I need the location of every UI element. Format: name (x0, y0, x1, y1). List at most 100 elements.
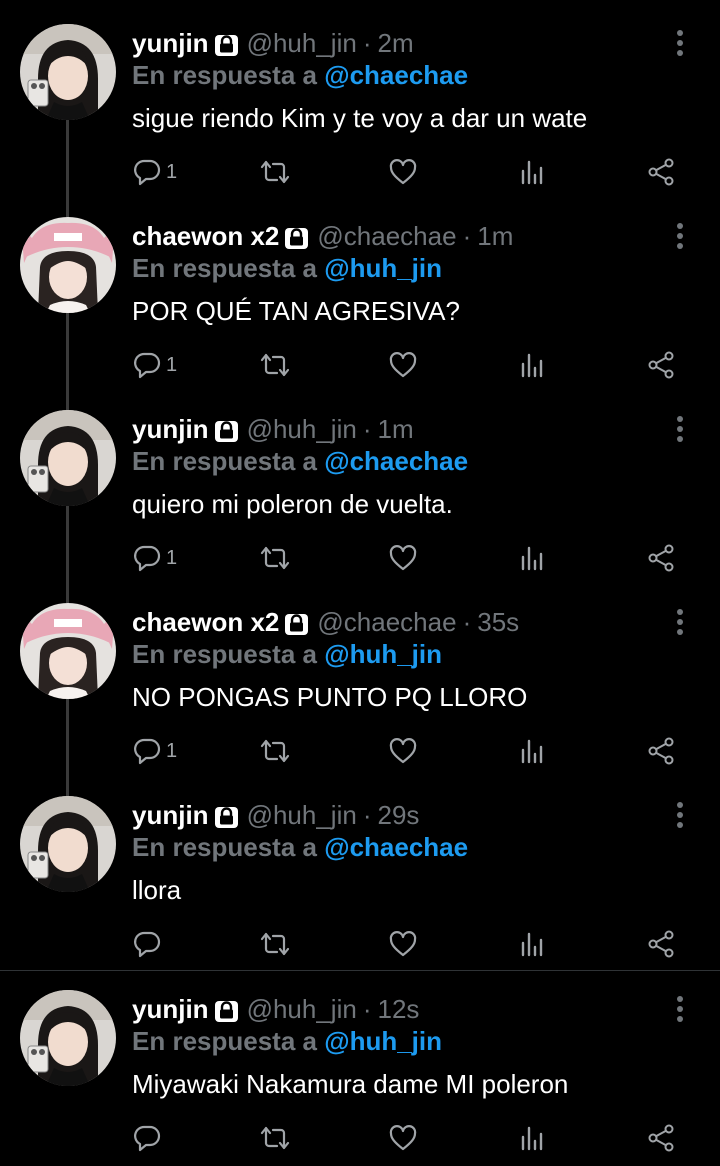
tweet-text: POR QUÉ TAN AGRESIVA? (132, 296, 460, 326)
tweet-text: Miyawaki Nakamura dame MI poleron (132, 1069, 569, 1099)
stats-button[interactable] (518, 536, 546, 580)
display-name[interactable]: yunjin (132, 26, 209, 60)
share-icon (646, 543, 676, 573)
stats-icon (518, 157, 546, 187)
reply-target-link[interactable]: @chaechae (324, 60, 468, 90)
separator-dot: · (362, 994, 372, 1024)
tweet-header: yunjin @huh_jin · 2m (132, 26, 414, 60)
timestamp[interactable]: 29s (377, 798, 419, 832)
avatar[interactable] (20, 410, 116, 506)
stats-button[interactable] (518, 1116, 546, 1160)
avatar[interactable] (20, 796, 116, 892)
handle[interactable]: @huh_jin (247, 798, 357, 832)
stats-button[interactable] (518, 729, 546, 773)
action-bar: 1 (0, 536, 720, 580)
heart-icon (388, 350, 418, 380)
handle[interactable]: @huh_jin (247, 412, 357, 446)
like-button[interactable] (388, 922, 418, 966)
reply-context: En respuesta a @chaechae (132, 830, 468, 864)
reply-icon (132, 1123, 162, 1153)
reply-prefix: En respuesta a (132, 60, 317, 90)
tweet-text: sigue riendo Kim y te voy a dar un wate (132, 103, 588, 133)
tweet[interactable]: chaewon x2 @chaechae · 35s En respuesta … (0, 579, 720, 772)
tweet-header: yunjin @huh_jin · 29s (132, 798, 419, 832)
separator-dot: · (462, 221, 472, 251)
reply-button[interactable]: 1 (132, 729, 177, 773)
more-vertical-icon[interactable] (668, 605, 692, 639)
tweet[interactable]: yunjin @huh_jin · 1m En respuesta a @cha… (0, 386, 720, 579)
timestamp[interactable]: 1m (477, 219, 513, 253)
like-button[interactable] (388, 729, 418, 773)
reply-target-link[interactable]: @huh_jin (324, 639, 442, 669)
more-vertical-icon[interactable] (668, 798, 692, 832)
reply-button[interactable] (132, 922, 166, 966)
tweet-text: quiero mi poleron de vuelta. (132, 489, 453, 519)
thread-line (66, 193, 69, 217)
share-button[interactable] (646, 1116, 676, 1160)
retweet-icon (258, 157, 292, 187)
tweet[interactable]: yunjin @huh_jin · 2m En respuesta a @cha… (0, 0, 720, 193)
display-name[interactable]: chaewon x2 (132, 219, 279, 253)
stats-button[interactable] (518, 150, 546, 194)
reply-prefix: En respuesta a (132, 1026, 317, 1056)
like-button[interactable] (388, 343, 418, 387)
like-button[interactable] (388, 150, 418, 194)
like-button[interactable] (388, 536, 418, 580)
share-button[interactable] (646, 922, 676, 966)
reply-count: 1 (166, 739, 178, 762)
reply-button[interactable] (132, 1116, 166, 1160)
more-vertical-icon[interactable] (668, 412, 692, 446)
timestamp[interactable]: 12s (377, 992, 419, 1026)
reply-icon (132, 157, 162, 187)
retweet-icon (258, 1123, 292, 1153)
reply-target-link[interactable]: @chaechae (324, 446, 468, 476)
stats-button[interactable] (518, 343, 546, 387)
share-button[interactable] (646, 150, 676, 194)
timestamp[interactable]: 35s (477, 605, 519, 639)
reply-icon (132, 350, 162, 380)
more-vertical-icon[interactable] (668, 219, 692, 253)
retweet-button[interactable] (258, 1116, 292, 1160)
share-button[interactable] (646, 343, 676, 387)
like-button[interactable] (388, 1116, 418, 1160)
reply-target-link[interactable]: @chaechae (324, 832, 468, 862)
handle[interactable]: @huh_jin (247, 992, 357, 1026)
retweet-button[interactable] (258, 343, 292, 387)
reply-button[interactable]: 1 (132, 536, 177, 580)
avatar[interactable] (20, 217, 116, 313)
retweet-button[interactable] (258, 922, 292, 966)
reply-button[interactable]: 1 (132, 343, 177, 387)
tweet[interactable]: chaewon x2 @chaechae · 1m En respuesta a… (0, 193, 720, 386)
display-name[interactable]: chaewon x2 (132, 605, 279, 639)
display-name[interactable]: yunjin (132, 992, 209, 1026)
share-icon (646, 157, 676, 187)
thread-line (66, 772, 69, 796)
heart-icon (388, 736, 418, 766)
timeline: yunjin @huh_jin · 2m En respuesta a @cha… (0, 0, 720, 1166)
tweet[interactable]: yunjin @huh_jin · 29s En respuesta a @ch… (0, 772, 720, 965)
handle[interactable]: @chaechae (317, 605, 456, 639)
display-name[interactable]: yunjin (132, 412, 209, 446)
reply-target-link[interactable]: @huh_jin (324, 253, 442, 283)
reply-target-link[interactable]: @huh_jin (324, 1026, 442, 1056)
share-button[interactable] (646, 729, 676, 773)
timestamp[interactable]: 2m (377, 26, 413, 60)
more-vertical-icon[interactable] (668, 26, 692, 60)
share-button[interactable] (646, 536, 676, 580)
retweet-button[interactable] (258, 150, 292, 194)
tweet[interactable]: yunjin @huh_jin · 12s En respuesta a @hu… (0, 966, 720, 1159)
more-vertical-icon[interactable] (668, 992, 692, 1026)
avatar[interactable] (20, 603, 116, 699)
timestamp[interactable]: 1m (377, 412, 413, 446)
retweet-button[interactable] (258, 536, 292, 580)
action-bar: 1 (0, 729, 720, 773)
avatar[interactable] (20, 990, 116, 1086)
handle[interactable]: @chaechae (317, 219, 456, 253)
reply-button[interactable]: 1 (132, 150, 177, 194)
handle[interactable]: @huh_jin (247, 26, 357, 60)
avatar[interactable] (20, 24, 116, 120)
display-name[interactable]: yunjin (132, 798, 209, 832)
retweet-button[interactable] (258, 729, 292, 773)
action-bar (0, 922, 720, 966)
stats-button[interactable] (518, 922, 546, 966)
